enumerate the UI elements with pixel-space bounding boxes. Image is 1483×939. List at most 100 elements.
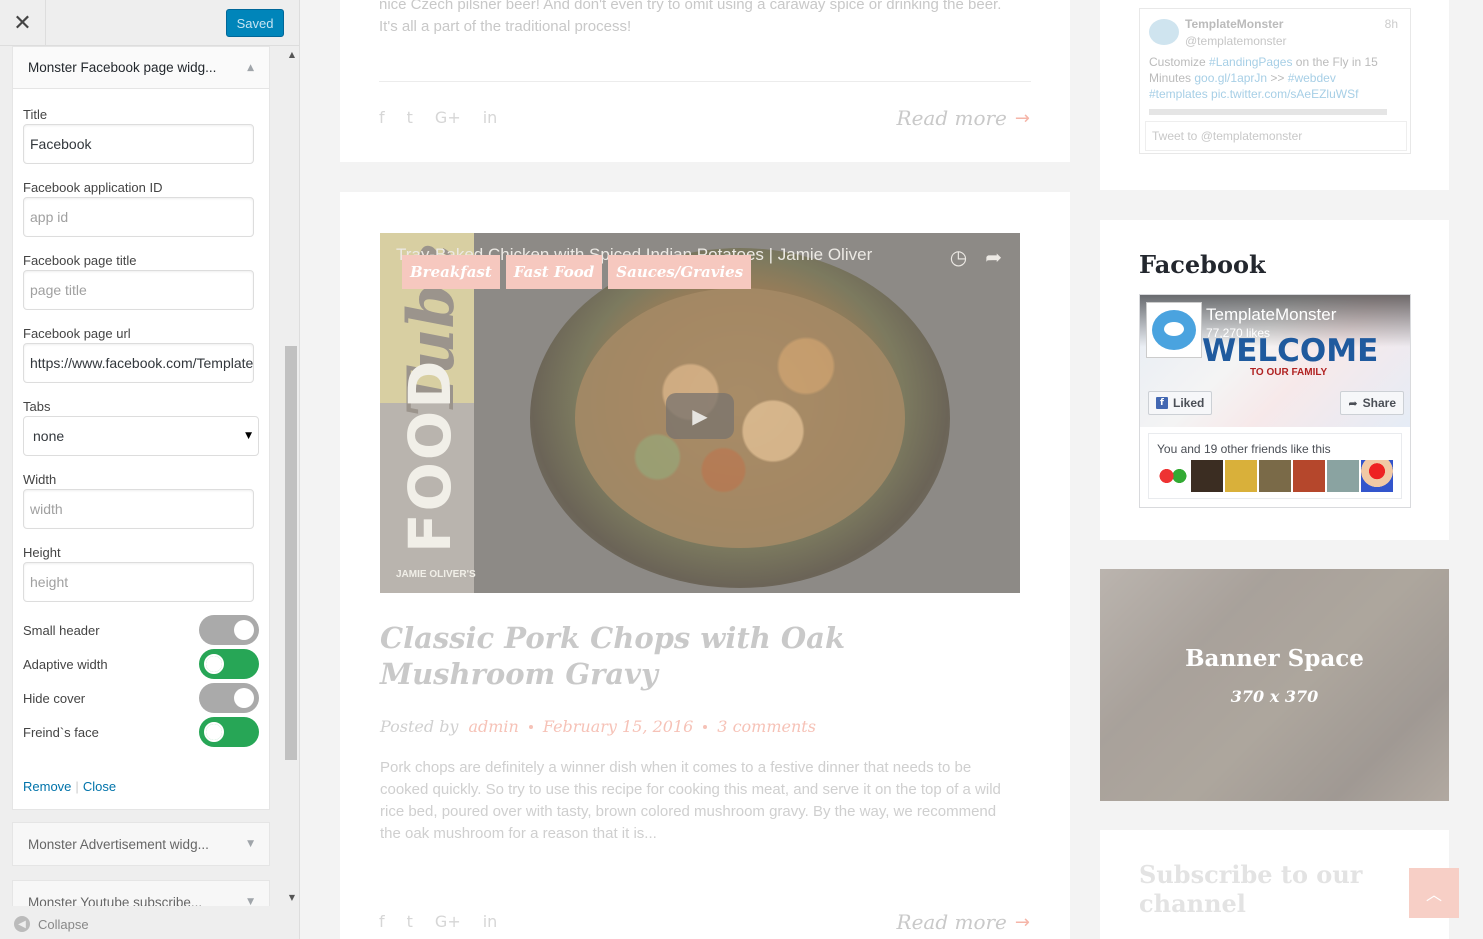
close-link[interactable]: Close (83, 779, 116, 794)
close-icon: ✕ (13, 10, 32, 36)
customizer-header: ✕ Saved (0, 0, 299, 46)
back-to-top-button[interactable]: ︿ (1409, 868, 1459, 918)
banner-size: 370 x 370 (1230, 687, 1319, 706)
widget-title: Monster Youtube subscribe... (28, 894, 203, 907)
banner-widget[interactable]: Banner Space 370 x 370 (1100, 569, 1449, 801)
share-button[interactable]: ➦ Share (1340, 391, 1404, 415)
adaptive-width-row: Adaptive width (23, 649, 259, 679)
scrollbar-thumb[interactable] (285, 346, 297, 760)
page-avatar[interactable] (1146, 302, 1202, 358)
twitter-widget: TemplateMonster @templatemonster 8h Cust… (1100, 0, 1449, 190)
friend-avatar[interactable] (1157, 460, 1189, 492)
collapse-arrow-icon[interactable]: ▲ (247, 63, 254, 73)
twitter-share-icon[interactable]: t (407, 912, 413, 931)
title-input[interactable]: Facebook (23, 124, 254, 164)
facebook-share-icon[interactable]: f (379, 912, 385, 931)
hashtag-link[interactable]: #webdev (1288, 71, 1336, 85)
friend-avatar[interactable] (1361, 460, 1393, 492)
close-customizer-button[interactable]: ✕ (0, 0, 46, 46)
page-likes: 77,270 likes (1206, 326, 1271, 340)
category-tags: Breakfast Fast Food Sauces/Gravies (402, 255, 752, 289)
customizer-sidebar: ✕ Saved ▲ Monster Facebook page widg... … (0, 0, 300, 939)
toggle-label: Hide cover (23, 690, 86, 706)
read-more-link[interactable]: Read more → (897, 910, 1030, 934)
advertisement-widget[interactable]: Monster Advertisement widg... ▼ (12, 822, 270, 866)
post-excerpt: Pork chops are definitely a winner dish … (380, 759, 1001, 842)
scroll-up-arrow-icon[interactable]: ▲ (289, 50, 295, 59)
remove-link[interactable]: Remove (23, 779, 71, 794)
read-more-link[interactable]: Read more → (897, 106, 1030, 130)
facebook-widget-header[interactable]: Monster Facebook page widg... ▲ (13, 47, 269, 89)
read-more-label: Read more (896, 910, 1007, 934)
adaptive-width-toggle[interactable] (199, 649, 259, 679)
youtube-widget-header[interactable]: Monster Youtube subscribe... ▼ (13, 881, 269, 907)
tabs-select[interactable]: none ▼ (23, 416, 259, 456)
small-header-toggle[interactable] (199, 615, 259, 645)
comments-link[interactable]: 3 comments (717, 717, 816, 736)
category-tag[interactable]: Sauces/Gravies (608, 255, 752, 289)
width-label: Width (23, 472, 57, 487)
page-url-input[interactable]: https://www.facebook.com/TemplateMonster (23, 343, 254, 383)
post-title[interactable]: Classic Pork Chops with Oak Mushroom Gra… (380, 620, 1020, 692)
collapse-sidebar-button[interactable]: ◀ Collapse (14, 916, 89, 932)
google-plus-share-icon[interactable]: G+ (435, 912, 461, 931)
friends-face-toggle[interactable] (199, 717, 259, 747)
toggle-knob (204, 654, 224, 674)
linkedin-share-icon[interactable]: in (483, 108, 498, 127)
short-link[interactable]: goo.gl/1aprJn (1194, 71, 1267, 85)
saved-button[interactable]: Saved (226, 9, 284, 37)
scroll-down-arrow-icon[interactable]: ▼ (289, 893, 295, 902)
pic-link[interactable]: pic.twitter.com/sAeEZluWSf (1211, 87, 1358, 101)
google-plus-share-icon[interactable]: G+ (435, 108, 461, 127)
timeline-scrollbar[interactable] (1149, 109, 1387, 115)
hashtag-link[interactable]: #LandingPages (1209, 55, 1292, 69)
page-url-label: Facebook page url (23, 326, 131, 341)
expand-arrow-icon[interactable]: ▼ (247, 839, 254, 849)
category-tag[interactable]: Breakfast (402, 255, 500, 289)
height-input[interactable]: height (23, 562, 254, 602)
hide-cover-toggle[interactable] (199, 683, 259, 713)
share-icon[interactable]: ➦ (985, 245, 1002, 269)
subscribe-widget: Subscribe to our channel (1100, 830, 1449, 939)
friend-avatar[interactable] (1259, 460, 1291, 492)
collapse-icon: ◀ (14, 916, 30, 932)
youtube-widget[interactable]: Monster Youtube subscribe... ▼ (12, 880, 270, 906)
advertisement-widget-header[interactable]: Monster Advertisement widg... ▼ (13, 823, 269, 865)
liked-button[interactable]: f Liked (1148, 391, 1213, 415)
hashtag-link[interactable]: #templates (1149, 87, 1208, 101)
tweet-author-handle[interactable]: @templatemonster (1185, 34, 1287, 48)
friend-avatar[interactable] (1327, 460, 1359, 492)
expand-arrow-icon[interactable]: ▼ (247, 897, 254, 906)
post-excerpt: nice Czech pilsner beer! And don't even … (379, 0, 1002, 35)
friend-avatar[interactable] (1225, 460, 1257, 492)
arrow-right-icon: → (1014, 107, 1030, 129)
page-name[interactable]: TemplateMonster (1206, 305, 1336, 325)
friend-avatar[interactable] (1191, 460, 1223, 492)
linkedin-share-icon[interactable]: in (483, 912, 498, 931)
friend-avatar[interactable] (1293, 460, 1325, 492)
post-card: Tube FOOD JAMIE OLIVER'S Tray-Baked Chic… (340, 192, 1070, 939)
read-more-label: Read more (896, 106, 1007, 130)
facebook-widget: Monster Facebook page widg... ▲ Title Fa… (12, 46, 270, 810)
facebook-share-icon[interactable]: f (379, 108, 385, 127)
page-title-input[interactable]: page title (23, 270, 254, 310)
toggle-knob (204, 722, 224, 742)
facebook-cover-image[interactable]: WELCOME TO OUR FAMILY TemplateMonster 77… (1140, 295, 1410, 427)
play-button[interactable]: ▶ (666, 393, 734, 439)
watch-later-icon[interactable]: ◷ (950, 245, 967, 269)
category-tag[interactable]: Fast Food (505, 255, 603, 289)
friends-box: You and 19 other friends like this (1148, 433, 1402, 499)
widget-title: Monster Facebook page widg... (28, 60, 217, 75)
twitter-avatar[interactable] (1149, 19, 1179, 45)
width-input[interactable]: width (23, 489, 254, 529)
tweet-time: 8h (1384, 17, 1398, 31)
divider (379, 81, 1031, 82)
banner-title: Banner Space (1185, 645, 1364, 672)
author-link[interactable]: admin (468, 717, 518, 736)
post-date[interactable]: February 15, 2016 (543, 717, 693, 736)
app-id-input[interactable]: app id (23, 197, 254, 237)
tweet-author-name[interactable]: TemplateMonster (1185, 17, 1283, 31)
tweet-text: Customize #LandingPages on the Fly in 15… (1149, 54, 1394, 102)
twitter-share-icon[interactable]: t (407, 108, 413, 127)
tweet-input[interactable]: Tweet to @templatemonster (1145, 121, 1407, 151)
